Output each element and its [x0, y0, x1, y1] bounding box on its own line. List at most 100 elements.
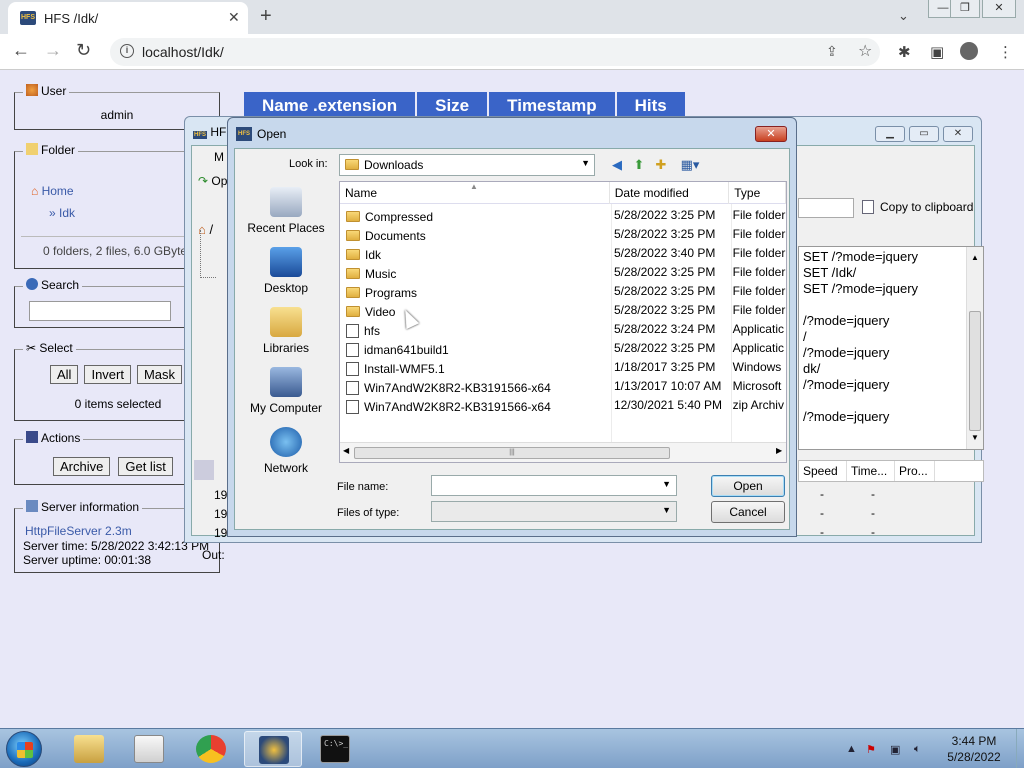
reload-icon[interactable]: ↻: [76, 40, 91, 61]
file-row[interactable]: Idk 5/28/2022 3:40 PM File folder: [340, 244, 786, 263]
file-list-hscroll[interactable]: ◀ ||| ▶: [340, 442, 786, 462]
file-date: 5/28/2022 3:40 PM: [613, 246, 716, 260]
start-button[interactable]: [6, 731, 42, 767]
taskbar-clock[interactable]: 3:44 PM 5/28/2022: [936, 733, 1012, 765]
dropdown-arrow-icon[interactable]: ▼: [662, 479, 671, 489]
site-info-icon[interactable]: i: [120, 44, 134, 58]
file-name: hfs: [364, 323, 381, 338]
bookmark-star-icon[interactable]: ☆: [858, 41, 872, 61]
file-row[interactable]: Win7AndW2K8R2-KB3191566-x64 1/13/2017 10:…: [340, 377, 786, 396]
hfs-version-link[interactable]: HttpFileServer 2.3m: [25, 524, 132, 538]
show-desktop-button[interactable]: [1016, 729, 1024, 768]
search-input[interactable]: [29, 301, 171, 321]
msu-icon: [346, 380, 359, 395]
speed-header[interactable]: Speed: [799, 461, 847, 481]
log-scrollbar[interactable]: ▲ ▼: [966, 247, 983, 449]
action-center-flag-icon[interactable]: ⚑: [866, 743, 876, 756]
place-recent[interactable]: Recent Places: [239, 187, 333, 235]
dialog-close-button[interactable]: ✕: [755, 126, 787, 142]
connection-row[interactable]: --: [798, 525, 964, 544]
hfs-menu-item[interactable]: M: [214, 150, 224, 164]
forward-arrow-icon[interactable]: →: [44, 40, 62, 61]
scroll-down-icon[interactable]: ▼: [971, 430, 979, 446]
taskbar-hfs[interactable]: [244, 731, 302, 767]
file-row[interactable]: Programs 5/28/2022 3:25 PM File folder: [340, 282, 786, 301]
address-bar[interactable]: i localhost/Idk/ ⇪ ☆: [110, 38, 880, 66]
open-button[interactable]: Open: [711, 475, 785, 497]
browser-tab[interactable]: HFS HFS /Idk/ ✕: [8, 2, 248, 34]
time-header[interactable]: Time...: [847, 461, 895, 481]
volume-icon[interactable]: 🔈︎: [914, 743, 921, 756]
look-in-combo[interactable]: Downloads ▼: [339, 154, 595, 176]
network-tray-icon[interactable]: ▣: [890, 743, 900, 756]
file-type: File folder: [732, 208, 786, 222]
copy-to-clipboard-button[interactable]: Copy to clipboard: [858, 196, 976, 218]
new-tab-button[interactable]: +: [260, 5, 272, 28]
dialog-titlebar[interactable]: HFS Open ✕: [228, 118, 796, 148]
archive-button[interactable]: Archive: [53, 457, 111, 476]
file-row[interactable]: Win7AndW2K8R2-KB3191566-x64 12/30/2021 5:…: [340, 396, 786, 415]
back-icon[interactable]: ◀: [609, 157, 625, 173]
connection-row[interactable]: --: [798, 506, 964, 525]
hfs-maximize-button[interactable]: ▭: [909, 126, 939, 142]
current-folder-link[interactable]: » Idk: [49, 206, 75, 220]
connection-row[interactable]: --: [798, 487, 964, 506]
hfs-app-icon: [346, 323, 359, 338]
share-icon[interactable]: ⇪: [826, 43, 838, 60]
back-arrow-icon[interactable]: ←: [12, 40, 30, 61]
log-scroll-thumb[interactable]: [969, 311, 981, 431]
hfs-open-button[interactable]: Op: [211, 174, 227, 188]
scroll-right-icon[interactable]: ▶: [776, 446, 782, 455]
hscroll-thumb[interactable]: |||: [354, 447, 670, 459]
taskbar-explorer[interactable]: [60, 731, 118, 767]
place-desktop[interactable]: Desktop: [239, 247, 333, 295]
file-date: 5/28/2022 3:25 PM: [613, 284, 716, 298]
taskbar-cmd[interactable]: C:\>_: [306, 731, 364, 767]
file-name-input[interactable]: ▼: [431, 475, 677, 496]
url-text: localhost/Idk/: [142, 44, 224, 60]
hfs-close-button[interactable]: ✕: [943, 126, 973, 142]
mask-button[interactable]: Mask: [136, 365, 183, 384]
col-name[interactable]: Name ▲: [340, 182, 610, 204]
file-row[interactable]: Install-WMF5.1 1/18/2017 3:25 PM Windows: [340, 358, 786, 377]
up-folder-icon[interactable]: ⬆: [631, 157, 647, 173]
scroll-up-icon[interactable]: ▲: [971, 250, 979, 266]
log-line: /?mode=jquery: [803, 345, 890, 360]
file-row[interactable]: Compressed 5/28/2022 3:25 PM File folder: [340, 206, 786, 225]
taskbar-chrome[interactable]: [182, 731, 240, 767]
select-all-button[interactable]: All: [50, 365, 79, 384]
tab-close-icon[interactable]: ✕: [228, 9, 240, 26]
tray-expand-icon[interactable]: ▲: [846, 743, 857, 755]
files-of-type-combo[interactable]: ▼: [431, 501, 677, 522]
file-row[interactable]: Music 5/28/2022 3:25 PM File folder: [340, 263, 786, 282]
url-field[interactable]: [798, 198, 854, 218]
log-line: SET /Idk/: [803, 265, 857, 280]
log-panel[interactable]: SET /?mode=jquery SET /Idk/SET /?mode=jqu…: [798, 246, 984, 450]
file-date: 5/28/2022 3:25 PM: [613, 227, 716, 241]
place-my-computer[interactable]: My Computer: [239, 367, 333, 415]
taskbar-media-player[interactable]: [120, 731, 178, 767]
restore-button[interactable]: ❐: [950, 0, 980, 18]
invert-button[interactable]: Invert: [84, 365, 131, 384]
new-folder-icon[interactable]: ✚: [653, 157, 669, 173]
file-row[interactable]: idman641build1 5/28/2022 3:25 PM Applicati…: [340, 339, 786, 358]
server-time: Server time: 5/28/2022 3:42:13 PM: [23, 539, 210, 553]
file-row[interactable]: Documents 5/28/2022 3:25 PM File folder: [340, 225, 786, 244]
progress-header[interactable]: Pro...: [895, 461, 935, 481]
extensions-puzzle-icon[interactable]: ✱: [898, 43, 911, 61]
col-date-modified[interactable]: Date modified: [610, 182, 730, 204]
menu-kebab-icon[interactable]: ⋮: [998, 43, 1013, 61]
home-link[interactable]: Home: [42, 184, 74, 198]
scroll-left-icon[interactable]: ◀: [343, 446, 349, 455]
side-panel-icon[interactable]: ▣: [930, 43, 944, 61]
profile-avatar-icon[interactable]: [960, 42, 978, 60]
close-window-button[interactable]: ✕: [982, 0, 1016, 18]
hfs-minimize-button[interactable]: ▁: [875, 126, 905, 142]
place-network[interactable]: Network: [239, 427, 333, 475]
get-list-button[interactable]: Get list: [118, 457, 173, 476]
view-menu-icon[interactable]: ▦▾: [677, 157, 703, 173]
place-libraries[interactable]: Libraries: [239, 307, 333, 355]
tab-search-chevron-icon[interactable]: ⌄: [898, 8, 909, 24]
cancel-button[interactable]: Cancel: [711, 501, 785, 523]
col-type[interactable]: Type: [729, 182, 786, 204]
